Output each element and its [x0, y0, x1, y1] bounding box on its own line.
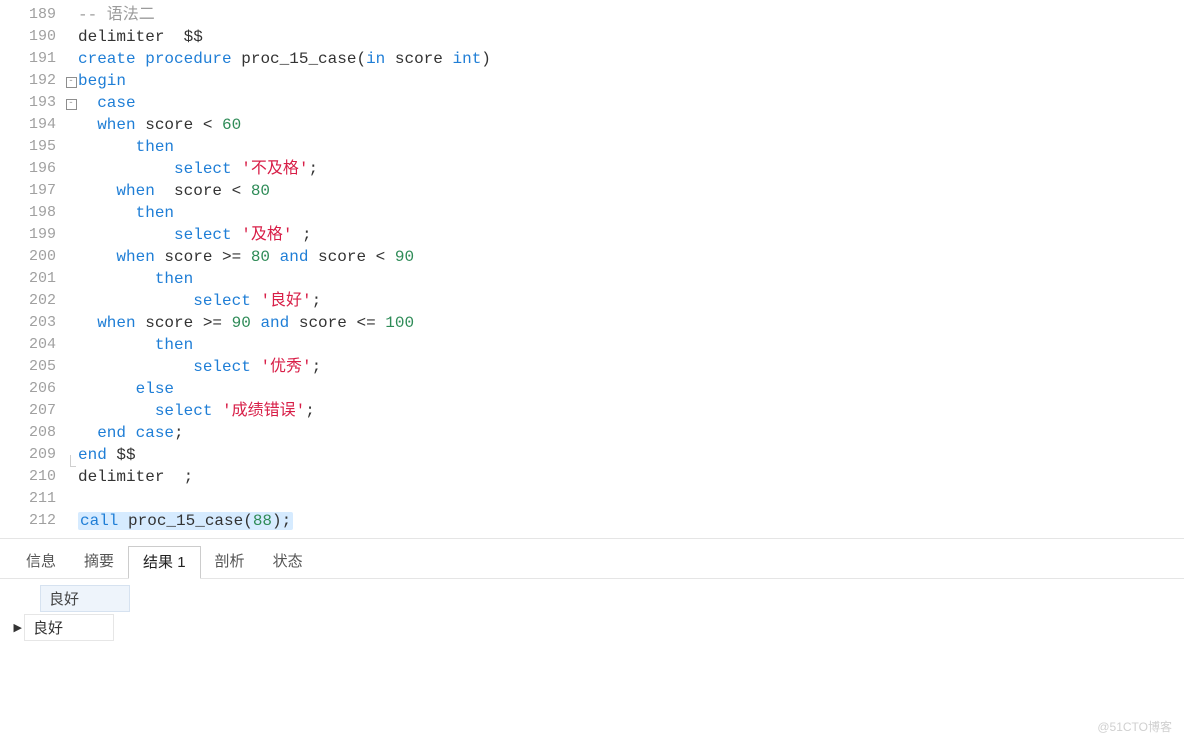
code-content[interactable]: when score >= 90 and score <= 100: [78, 312, 1184, 334]
line-number: 190: [0, 26, 64, 48]
code-line[interactable]: 212 call proc_15_case(88);: [0, 510, 1184, 532]
result-cell[interactable]: 良好: [24, 614, 114, 641]
code-editor[interactable]: 189 -- 语法二 190 delimiter $$ 191 create proced…: [0, 0, 1184, 538]
line-number: 208: [0, 422, 64, 444]
code-line[interactable]: 196 select '不及格';: [0, 158, 1184, 180]
line-number: 201: [0, 268, 64, 290]
code-content[interactable]: when score < 60: [78, 114, 1184, 136]
code-line[interactable]: 193- case: [0, 92, 1184, 114]
code-content[interactable]: call proc_15_case(88);: [78, 510, 1184, 532]
code-line[interactable]: 194 when score < 60: [0, 114, 1184, 136]
line-number: 193: [0, 92, 64, 114]
code-content[interactable]: then: [78, 334, 1184, 356]
code-line[interactable]: 195 then: [0, 136, 1184, 158]
code-line[interactable]: 207 select '成绩错误';: [0, 400, 1184, 422]
code-line[interactable]: 198 then: [0, 202, 1184, 224]
fold-gutter[interactable]: -: [64, 70, 78, 92]
line-number: 197: [0, 180, 64, 202]
code-line[interactable]: 200 when score >= 80 and score < 90: [0, 246, 1184, 268]
tab-info[interactable]: 信息: [12, 546, 70, 577]
result-grid[interactable]: 良好 ▶ 良好: [0, 579, 1184, 651]
code-content[interactable]: select '成绩错误';: [78, 400, 1184, 422]
line-number: 196: [0, 158, 64, 180]
code-content[interactable]: select '优秀';: [78, 356, 1184, 378]
line-number: 200: [0, 246, 64, 268]
code-line[interactable]: 209 end $$: [0, 444, 1184, 466]
line-number: 195: [0, 136, 64, 158]
code-content[interactable]: then: [78, 202, 1184, 224]
code-line[interactable]: 204 then: [0, 334, 1184, 356]
tab-summary[interactable]: 摘要: [70, 546, 128, 577]
code-line[interactable]: 199 select '及格' ;: [0, 224, 1184, 246]
line-number: 206: [0, 378, 64, 400]
code-line[interactable]: 192-begin: [0, 70, 1184, 92]
result-tabs: 信息 摘要 结果 1 剖析 状态: [0, 539, 1184, 579]
code-content[interactable]: else: [78, 378, 1184, 400]
line-number: 202: [0, 290, 64, 312]
code-line[interactable]: 211: [0, 488, 1184, 510]
line-number: 198: [0, 202, 64, 224]
result-panel: 信息 摘要 结果 1 剖析 状态 良好 ▶ 良好: [0, 538, 1184, 651]
code-content[interactable]: create procedure proc_15_case(in score i…: [78, 48, 1184, 70]
tab-result-1[interactable]: 结果 1: [128, 546, 201, 579]
line-number: 194: [0, 114, 64, 136]
current-row-marker-icon: ▶: [8, 621, 24, 634]
line-number: 209: [0, 444, 64, 466]
fold-gutter[interactable]: -: [64, 92, 78, 114]
column-header[interactable]: 良好: [40, 585, 130, 612]
code-content[interactable]: delimiter $$: [78, 26, 1184, 48]
code-content[interactable]: when score >= 80 and score < 90: [78, 246, 1184, 268]
code-content[interactable]: then: [78, 268, 1184, 290]
line-number: 211: [0, 488, 64, 510]
tab-status[interactable]: 状态: [259, 546, 317, 577]
code-line[interactable]: 191 create procedure proc_15_case(in scor…: [0, 48, 1184, 70]
code-content[interactable]: when score < 80: [78, 180, 1184, 202]
code-line[interactable]: 206 else: [0, 378, 1184, 400]
watermark: @51CTO博客: [1097, 718, 1172, 735]
tab-profile[interactable]: 剖析: [201, 546, 259, 577]
code-content[interactable]: select '不及格';: [78, 158, 1184, 180]
fold-minus-icon[interactable]: -: [66, 77, 77, 88]
code-line[interactable]: 202 select '良好';: [0, 290, 1184, 312]
code-line[interactable]: 201 then: [0, 268, 1184, 290]
code-content[interactable]: select '良好';: [78, 290, 1184, 312]
line-number: 199: [0, 224, 64, 246]
line-number: 192: [0, 70, 64, 92]
code-content[interactable]: -- 语法二: [78, 4, 1184, 26]
line-number: 203: [0, 312, 64, 334]
code-content[interactable]: begin: [78, 70, 1184, 92]
code-content[interactable]: delimiter ;: [78, 466, 1184, 488]
code-line[interactable]: 189 -- 语法二: [0, 4, 1184, 26]
code-content[interactable]: then: [78, 136, 1184, 158]
code-line[interactable]: 203 when score >= 90 and score <= 100: [0, 312, 1184, 334]
code-content[interactable]: case: [78, 92, 1184, 114]
line-number: 210: [0, 466, 64, 488]
code-line[interactable]: 208 end case;: [0, 422, 1184, 444]
code-content[interactable]: end $$: [78, 444, 1184, 466]
line-number: 207: [0, 400, 64, 422]
line-number: 212: [0, 510, 64, 532]
code-line[interactable]: 190 delimiter $$: [0, 26, 1184, 48]
line-number: 189: [0, 4, 64, 26]
fold-minus-icon[interactable]: -: [66, 99, 77, 110]
code-line[interactable]: 210 delimiter ;: [0, 466, 1184, 488]
code-line[interactable]: 197 when score < 80: [0, 180, 1184, 202]
line-number: 205: [0, 356, 64, 378]
line-number: 204: [0, 334, 64, 356]
code-content[interactable]: select '及格' ;: [78, 224, 1184, 246]
code-content[interactable]: end case;: [78, 422, 1184, 444]
code-line[interactable]: 205 select '优秀';: [0, 356, 1184, 378]
line-number: 191: [0, 48, 64, 70]
